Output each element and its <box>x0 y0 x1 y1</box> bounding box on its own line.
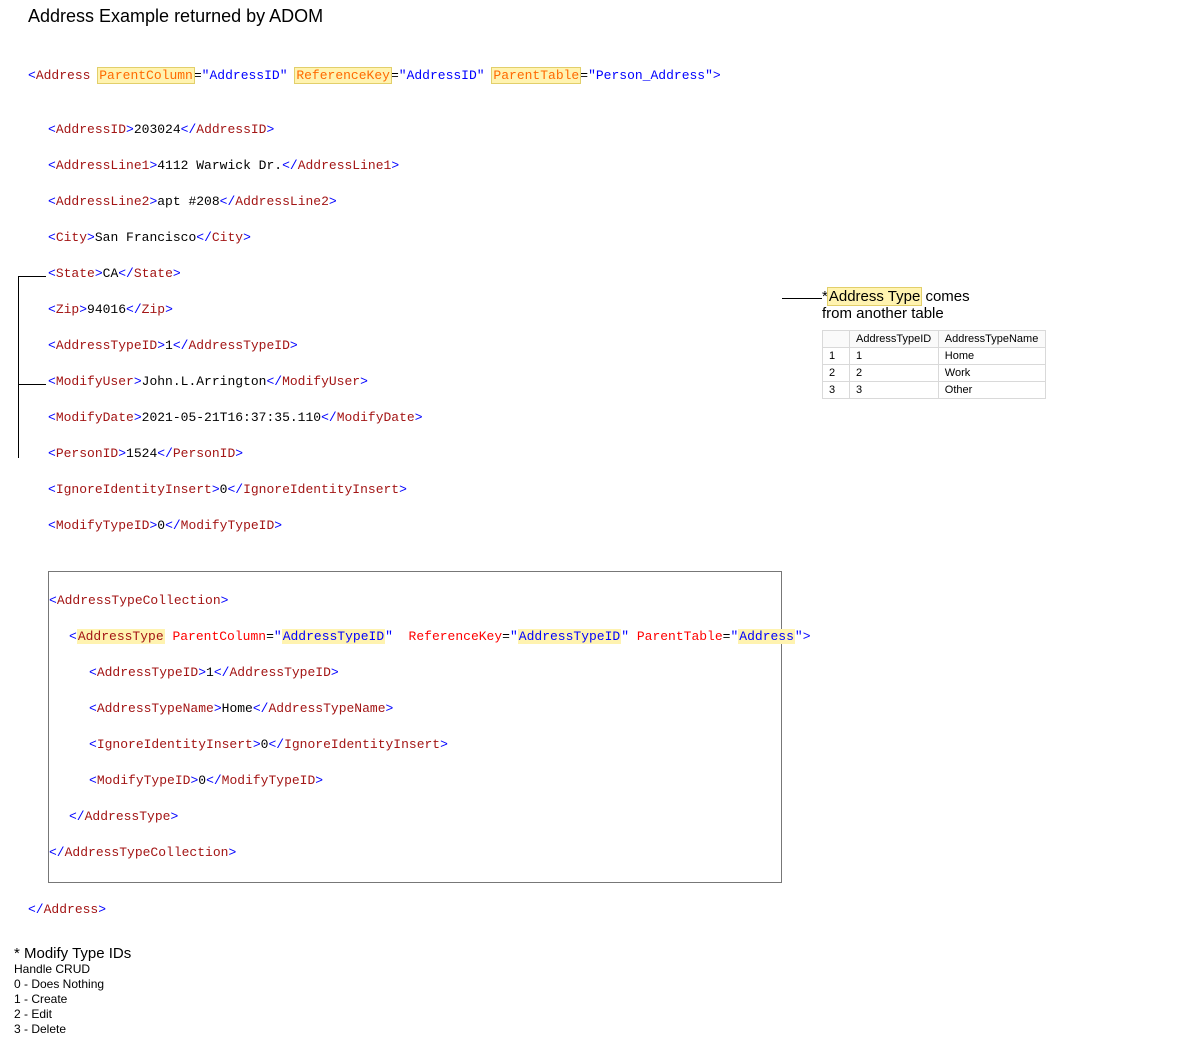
cell-name: Home <box>938 348 1045 365</box>
xml-field-addressline2: <AddressLine2>apt #208</AddressLine2> <box>48 193 1200 211</box>
table-header: AddressTypeName <box>938 331 1045 348</box>
connector-line <box>18 276 19 458</box>
xml-field-ignoreidentityinsert: <IgnoreIdentityInsert>0</IgnoreIdentityI… <box>48 481 1200 499</box>
xml-collection-open: <AddressTypeCollection> <box>49 592 781 610</box>
table-corner <box>823 331 850 348</box>
side-text-line2: from another table <box>822 305 1082 322</box>
footer-title: * Modify Type IDs <box>14 945 1200 962</box>
cell-id: 3 <box>850 382 939 399</box>
attr-parenttable: ParentTable <box>492 68 580 83</box>
footer-list: Handle CRUD 0 - Does Nothing 1 - Create … <box>14 962 1200 1037</box>
footer-item: 3 - Delete <box>14 1022 1200 1037</box>
footer-item: 2 - Edit <box>14 1007 1200 1022</box>
xml-inner-modifytypeid: <ModifyTypeID>0</ModifyTypeID> <box>89 772 781 790</box>
xml-field-state: <State>CA</State> <box>48 265 1200 283</box>
connector-line <box>782 298 822 299</box>
xml-inner-addresstypename: <AddressTypeName>Home</AddressTypeName> <box>89 700 781 718</box>
connector-line <box>18 384 46 385</box>
cell-name: Work <box>938 365 1045 382</box>
xml-field-modifytypeid: <ModifyTypeID>0</ModifyTypeID> <box>48 517 1200 535</box>
xml-field-modifydate: <ModifyDate>2021-05-21T16:37:35.110</Mod… <box>48 409 1200 427</box>
xml-field-personid: <PersonID>1524</PersonID> <box>48 445 1200 463</box>
xml-inner-ignoreidentityinsert: <IgnoreIdentityInsert>0</IgnoreIdentityI… <box>89 736 781 754</box>
side-highlight: Address Type <box>828 288 921 305</box>
xml-root-open: <Address ParentColumn="AddressID" Refere… <box>28 67 1200 85</box>
xml-inner-addresstypeid: <AddressTypeID>1</AddressTypeID> <box>89 664 781 682</box>
xml-inner-open: <AddressType ParentColumn="AddressTypeID… <box>69 628 781 646</box>
xml-inner-close: </AddressType> <box>69 808 781 826</box>
row-number: 3 <box>823 382 850 399</box>
table-header: AddressTypeID <box>850 331 939 348</box>
tag-address: Address <box>36 68 91 83</box>
footer-item: 1 - Create <box>14 992 1200 1007</box>
row-number: 2 <box>823 365 850 382</box>
attr-referencekey: ReferenceKey <box>295 68 391 83</box>
addresstype-table: AddressTypeID AddressTypeName 1 1 Home 2… <box>822 330 1046 399</box>
side-text-line1: *Address Type comes <box>822 288 1082 305</box>
tag-addresstype: AddressType <box>77 629 165 644</box>
side-annotation: *Address Type comes from another table A… <box>822 288 1082 399</box>
table-row: 2 2 Work <box>823 365 1046 382</box>
footer-item: 0 - Does Nothing <box>14 977 1200 992</box>
val-parentcolumn: AddressID <box>209 68 279 83</box>
table-row: 1 1 Home <box>823 348 1046 365</box>
connector-line <box>18 276 46 277</box>
row-number: 1 <box>823 348 850 365</box>
table-header-row: AddressTypeID AddressTypeName <box>823 331 1046 348</box>
attr-parentcolumn: ParentColumn <box>98 68 194 83</box>
xml-field-city: <City>San Francisco</City> <box>48 229 1200 247</box>
cell-id: 2 <box>850 365 939 382</box>
xml-field-addressid: <AddressID>203024</AddressID> <box>48 121 1200 139</box>
xml-root-close: </Address> <box>28 901 1200 919</box>
xml-code-block: <Address ParentColumn="AddressID" Refere… <box>28 31 1200 937</box>
val-parenttable: Person_Address <box>596 68 705 83</box>
xml-collection-close: </AddressTypeCollection> <box>49 844 781 862</box>
page-title: Address Example returned by ADOM <box>28 6 1200 27</box>
val-referencekey: AddressID <box>407 68 477 83</box>
cell-id: 1 <box>850 348 939 365</box>
table-row: 3 3 Other <box>823 382 1046 399</box>
cell-name: Other <box>938 382 1045 399</box>
xml-field-addressline1: <AddressLine1>4112 Warwick Dr.</AddressL… <box>48 157 1200 175</box>
xml-collection-box: <AddressTypeCollection> <AddressType Par… <box>48 571 782 883</box>
footer-sub: Handle CRUD <box>14 962 1200 977</box>
